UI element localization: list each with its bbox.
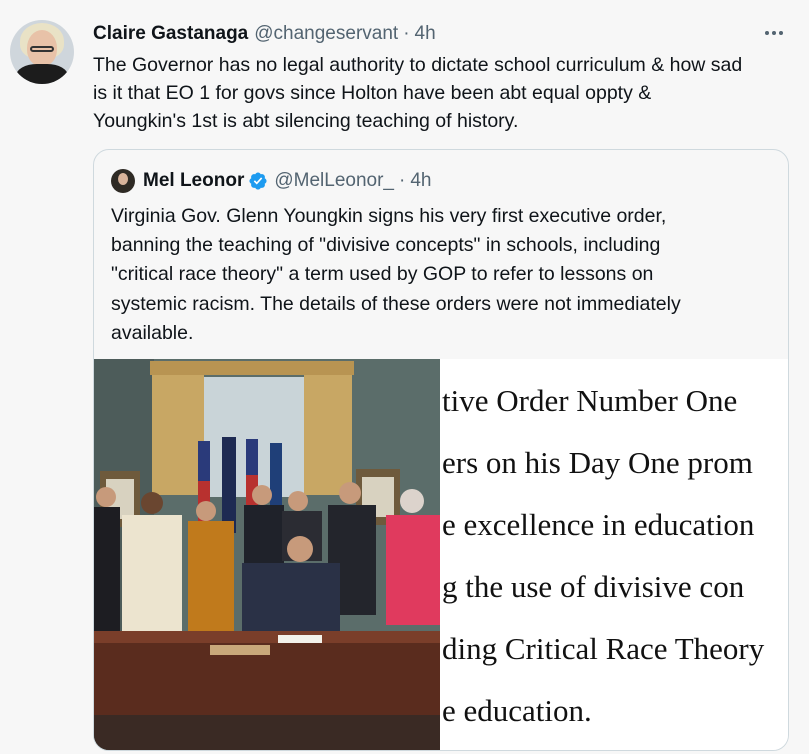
quoted-author-name: Mel Leonor (143, 170, 245, 191)
document-line: tive Order Number One (442, 383, 738, 418)
quoted-text-line: "critical race theory" a term used by GO… (111, 263, 654, 286)
quoted-text-line: Virginia Gov. Glenn Youngkin signs his v… (111, 205, 667, 227)
quoted-avatar-face (118, 173, 128, 185)
document-line: ding Critical Race Theory (442, 631, 765, 666)
more-horizontal-icon[interactable] (759, 20, 789, 46)
quoted-tweet-header: Mel Leonor @MelLeonor_ · 4h (143, 168, 431, 194)
author-avatar[interactable] (10, 20, 74, 84)
signing-photo-illustration (94, 359, 440, 750)
tweet-header: Claire Gastanaga @changeservant · 4h (93, 22, 436, 46)
quoted-author-handle: @MelLeonor_ (274, 170, 394, 191)
tweet-text: The Governor has no legal authority to d… (93, 51, 793, 135)
tweet-text-line: The Governor has no legal authority to d… (93, 54, 743, 76)
quoted-media[interactable]: tive Order Number One ers on his Day One… (94, 359, 788, 750)
avatar-body (16, 64, 68, 84)
signing-photo[interactable] (94, 359, 440, 750)
header-separator: · (403, 23, 410, 44)
document-line: e education. (442, 693, 592, 728)
tweet-text-line: Youngkin's 1st is abt silencing teaching… (93, 110, 519, 132)
executive-order-document[interactable]: tive Order Number One ers on his Day One… (440, 359, 788, 750)
quoted-header-separator: · (398, 170, 406, 191)
quoted-timestamp: 4h (410, 170, 432, 191)
quoted-text-line: systemic racism. The details of these or… (111, 292, 681, 315)
more-dot (772, 31, 776, 35)
tweet[interactable]: Claire Gastanaga @changeservant · 4h The… (0, 0, 809, 754)
quoted-tweet[interactable]: Mel Leonor @MelLeonor_ · 4h Virginia Gov… (93, 149, 789, 751)
more-dot (779, 31, 783, 35)
more-dot (765, 31, 769, 35)
document-line: ers on his Day One prom (442, 445, 753, 480)
document-line: e excellence in education (442, 507, 755, 542)
tweet-text-line: is it that EO 1 for govs since Holton ha… (93, 82, 652, 104)
tweet-timestamp[interactable]: 4h (415, 23, 436, 45)
quoted-text-line: banning the teaching of "divisive concep… (111, 234, 661, 257)
verified-badge-icon (249, 172, 267, 190)
quoted-tweet-text: Virginia Gov. Glenn Youngkin signs his v… (111, 202, 771, 348)
quoted-text-line: available. (111, 321, 194, 344)
author-handle[interactable]: @changeservant (254, 23, 398, 45)
avatar-glasses (30, 46, 54, 52)
quoted-author-avatar (111, 169, 135, 193)
document-line: g the use of divisive con (442, 569, 745, 604)
author-name[interactable]: Claire Gastanaga (93, 23, 248, 45)
